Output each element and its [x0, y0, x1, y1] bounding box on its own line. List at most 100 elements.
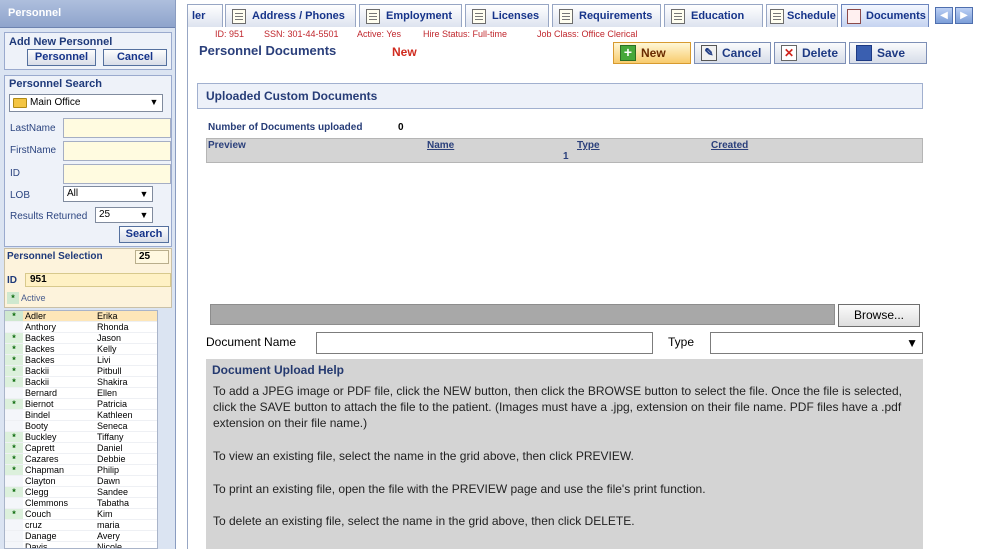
new-status-badge: New [392, 45, 417, 59]
list-item[interactable]: * Buckley Tiffany [5, 432, 157, 443]
column-type[interactable]: Type [577, 140, 600, 151]
upload-help-panel: Document Upload Help To add a JPEG image… [206, 359, 923, 549]
active-flag [5, 520, 23, 530]
last-name: Chapman [25, 465, 65, 475]
list-item[interactable]: Bernard Ellen [5, 388, 157, 399]
active-flag: * [5, 454, 23, 464]
office-select[interactable]: Main Office ▼ [9, 94, 163, 112]
list-item[interactable]: * Backes Livi [5, 355, 157, 366]
last-name: Adler [25, 311, 47, 321]
tab-partial[interactable]: ler [187, 4, 223, 27]
list-item[interactable]: * Biernot Patricia [5, 399, 157, 410]
tab-scroll-left-button[interactable]: ◀ [935, 7, 953, 24]
active-flag [5, 476, 23, 486]
list-item[interactable]: * Chapman Philip [5, 465, 157, 476]
list-item[interactable]: * Adler Erika [5, 311, 157, 322]
search-title: Personnel Search [9, 78, 102, 90]
document-icon [559, 9, 573, 24]
chevron-down-icon: ▼ [149, 97, 159, 107]
tab-employment[interactable]: Employment [359, 4, 462, 27]
selection-count: 25 [135, 250, 169, 264]
tab-requirements[interactable]: Requirements [552, 4, 661, 27]
first-name: Debbie [97, 454, 126, 464]
help-print-text: To print an existing file, open the file… [213, 482, 706, 496]
last-name: Bindel [25, 410, 51, 420]
grid-page-number[interactable]: 1 [563, 151, 569, 162]
list-item[interactable]: Clayton Dawn [5, 476, 157, 487]
tab-documents[interactable]: Documents [841, 4, 929, 27]
list-item[interactable]: Bindel Kathleen [5, 410, 157, 421]
last-name-label: LastName [10, 123, 56, 134]
active-flag: * [5, 344, 23, 354]
delete-button[interactable]: ✕ Delete [774, 42, 846, 64]
first-name: Tiffany [97, 432, 124, 442]
list-item[interactable]: * Couch Kim [5, 509, 157, 520]
document-count-label: Number of Documents uploaded [208, 122, 363, 133]
last-name: Backii [25, 377, 50, 387]
tab-scroll-right-button[interactable]: ▶ [955, 7, 973, 24]
first-name: Jason [97, 333, 122, 343]
new-button[interactable]: + New [613, 42, 691, 64]
panel-title: Personnel [0, 0, 175, 28]
lob-select[interactable]: All ▼ [63, 186, 153, 202]
folder-icon [13, 98, 27, 108]
first-name-input[interactable] [63, 141, 171, 161]
type-select[interactable]: ▼ [710, 332, 923, 354]
list-item[interactable]: * Backii Shakira [5, 377, 157, 388]
list-item[interactable]: Clemmons Tabatha [5, 498, 157, 509]
list-item[interactable]: cruz maria [5, 520, 157, 531]
tab-schedule[interactable]: Schedule [766, 4, 838, 27]
type-label: Type [668, 335, 695, 349]
tab-label: Schedule [787, 10, 836, 22]
list-item[interactable]: * Backes Jason [5, 333, 157, 344]
active-flag: * [5, 377, 23, 387]
list-item[interactable]: Booty Seneca [5, 421, 157, 432]
active-flag: * [5, 443, 23, 453]
document-name-input[interactable] [316, 332, 653, 354]
list-item[interactable]: Davis Nicole [5, 542, 157, 548]
first-name: Patricia [97, 399, 128, 409]
first-name-label: FirstName [10, 145, 57, 156]
first-name: Avery [97, 531, 120, 541]
last-name: Biernot [25, 399, 54, 409]
save-button[interactable]: Save [849, 42, 927, 64]
first-name: Tabatha [97, 498, 130, 508]
tab-education[interactable]: Education [664, 4, 763, 27]
list-item[interactable]: * Backii Pitbull [5, 366, 157, 377]
first-name: Ellen [97, 388, 118, 398]
tab-address-phones[interactable]: Address / Phones [225, 4, 356, 27]
results-returned-select[interactable]: 25 ▼ [95, 207, 153, 223]
list-item[interactable]: * Cazares Debbie [5, 454, 157, 465]
delete-icon: ✕ [781, 45, 797, 61]
first-name: Philip [97, 465, 120, 475]
column-created[interactable]: Created [711, 140, 748, 151]
results-value: 25 [99, 209, 111, 220]
column-preview[interactable]: Preview [208, 140, 246, 151]
tab-licenses[interactable]: Licenses [465, 4, 549, 27]
id-input[interactable] [63, 164, 171, 184]
active-flag: * [5, 355, 23, 365]
search-button[interactable]: Search [119, 226, 169, 243]
list-item[interactable]: * Caprett Daniel [5, 443, 157, 454]
active-flag: * [5, 366, 23, 376]
file-path-field[interactable] [210, 304, 835, 325]
last-name-input[interactable] [63, 118, 171, 138]
list-item[interactable]: Anthory Rhonda [5, 322, 157, 333]
add-personnel-button[interactable]: Personnel [27, 49, 96, 66]
chevron-down-icon: ▼ [906, 336, 918, 350]
column-name[interactable]: Name [427, 140, 454, 151]
results-returned-label: Results Returned [10, 211, 88, 222]
first-name: maria [97, 520, 120, 530]
cancel-add-button[interactable]: Cancel [103, 49, 167, 66]
list-item[interactable]: * Clegg Sandee [5, 487, 157, 498]
list-item[interactable]: * Backes Kelly [5, 344, 157, 355]
chevron-down-icon: ▼ [139, 210, 149, 220]
active-flag: * [5, 399, 23, 409]
first-name: Dawn [97, 476, 121, 486]
last-name: Backes [25, 355, 55, 365]
cancel-button[interactable]: ✎ Cancel [694, 42, 771, 64]
page-title: Personnel Documents [199, 43, 337, 58]
last-name: Backes [25, 333, 55, 343]
browse-button[interactable]: Browse... [838, 304, 920, 327]
list-item[interactable]: Danage Avery [5, 531, 157, 542]
